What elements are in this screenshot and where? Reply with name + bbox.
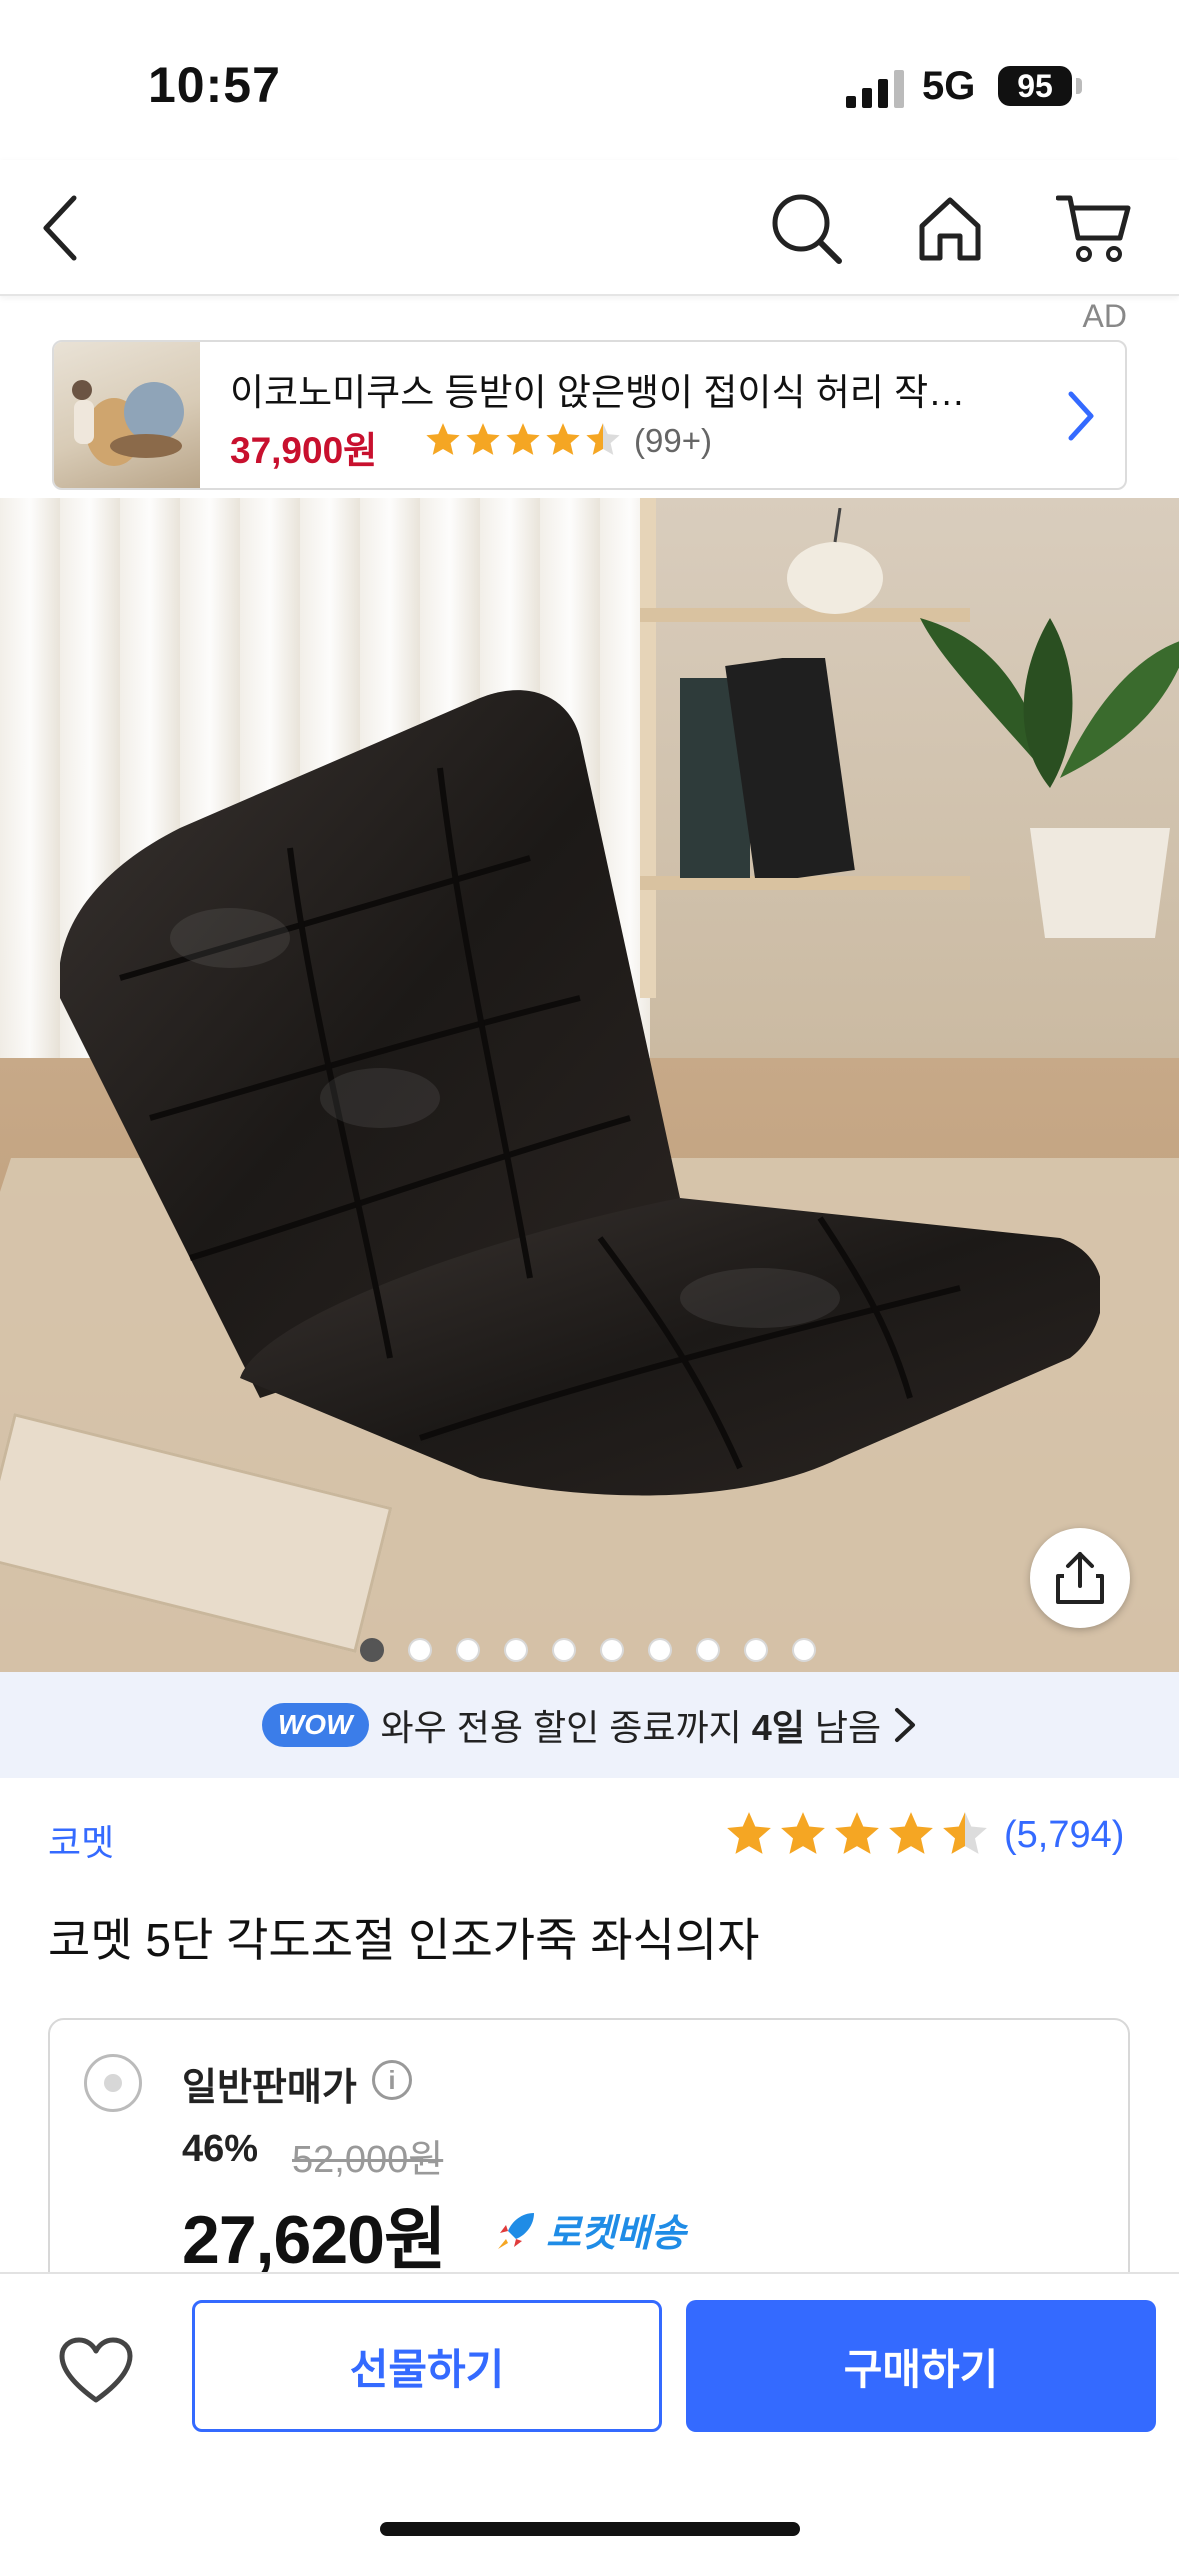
vase-decoration: [787, 508, 883, 614]
top-nav: [0, 160, 1179, 296]
ad-price: 37,900원: [230, 430, 378, 471]
brand-link[interactable]: 코멧: [48, 1814, 114, 1866]
share-button[interactable]: [1030, 1528, 1130, 1628]
ad-review-count: (99+): [634, 422, 712, 459]
star-icon: [781, 1812, 825, 1854]
chevron-right-icon: [1068, 391, 1094, 441]
back-button[interactable]: [14, 180, 110, 276]
search-button[interactable]: [758, 180, 854, 276]
wow-banner-text: 와우 전용 할인 종료까지 4일 남음: [380, 1707, 882, 1748]
ad-banner[interactable]: 이코노미쿠스 등받이 앉은뱅이 접이식 허리 작… 37,900원 (99+): [52, 340, 1127, 490]
network-label: 5G: [922, 64, 976, 108]
star-icon: [889, 1812, 933, 1854]
ad-thumbnail: [54, 342, 200, 488]
price-option-label: 일반판매가: [182, 2067, 357, 2109]
product-title: 코멧 5단 각도조절 인조가죽 좌식의자: [48, 1914, 760, 1966]
carousel-dot[interactable]: [648, 1638, 672, 1662]
star-half-icon: [943, 1812, 987, 1854]
heart-icon: [59, 2337, 133, 2403]
share-icon: [1056, 1552, 1104, 1604]
cart-icon: [1056, 195, 1131, 262]
ad-label: AD: [1082, 298, 1127, 334]
rocket-icon: [498, 2212, 534, 2249]
battery-icon: 95: [998, 66, 1072, 106]
discount-rate: 46%: [182, 2128, 259, 2170]
carousel-dot[interactable]: [504, 1638, 528, 1662]
original-price: 52,000원: [292, 2139, 444, 2181]
review-count-link[interactable]: (5,794): [1004, 1814, 1124, 1857]
sale-price: 27,620원: [182, 2202, 447, 2278]
carousel-dot[interactable]: [552, 1638, 576, 1662]
battery-tip: [1076, 78, 1082, 94]
carousel-dot[interactable]: [456, 1638, 480, 1662]
star-icon: [506, 423, 540, 455]
carousel-dot[interactable]: [600, 1638, 624, 1662]
chevron-right-icon: [895, 1708, 916, 1742]
product-photo: [60, 690, 1100, 1496]
star-half-icon: [586, 423, 620, 455]
home-button[interactable]: [902, 180, 998, 276]
star-icon: [466, 423, 500, 455]
carousel-dot[interactable]: [360, 1638, 384, 1662]
wishlist-button[interactable]: [48, 2322, 144, 2418]
home-indicator: [380, 2522, 800, 2536]
search-icon: [772, 194, 842, 264]
cart-button[interactable]: [1046, 180, 1142, 276]
carousel-dot[interactable]: [744, 1638, 768, 1662]
price-option-radio[interactable]: [84, 2054, 142, 2112]
wow-discount-banner[interactable]: WOW 와우 전용 할인 종료까지 4일 남음: [0, 1672, 1179, 1778]
product-image-carousel[interactable]: [0, 498, 1179, 1672]
ad-rating-stars: [424, 420, 622, 458]
star-icon: [426, 423, 460, 455]
ad-title: 이코노미쿠스 등받이 앉은뱅이 접이식 허리 작…: [230, 372, 966, 413]
rocket-delivery-label: 로켓배송: [546, 2213, 686, 2255]
carousel-dot[interactable]: [696, 1638, 720, 1662]
carousel-indicator[interactable]: [360, 1638, 816, 1662]
buy-button[interactable]: 구매하기: [686, 2300, 1156, 2432]
wow-badge: WOW: [261, 1703, 369, 1747]
info-icon[interactable]: i: [372, 2060, 412, 2100]
rocket-delivery-badge: 로켓배송: [494, 2202, 686, 2257]
status-time: 10:57: [148, 57, 281, 113]
signal-icon: [846, 70, 904, 108]
gift-button[interactable]: 선물하기: [192, 2300, 662, 2432]
home-icon: [919, 197, 981, 261]
carousel-dot[interactable]: [792, 1638, 816, 1662]
chevron-left-icon: [43, 195, 77, 261]
star-icon: [835, 1812, 879, 1854]
carousel-dot[interactable]: [408, 1638, 432, 1662]
bottom-action-bar: 선물하기 구매하기: [0, 2272, 1179, 2556]
wow-days-left: 4일: [751, 1707, 805, 1748]
star-icon: [546, 423, 580, 455]
star-icon: [727, 1812, 771, 1854]
product-rating-stars[interactable]: [724, 1808, 990, 1858]
status-bar: 10:57 5G 95: [0, 0, 1179, 160]
